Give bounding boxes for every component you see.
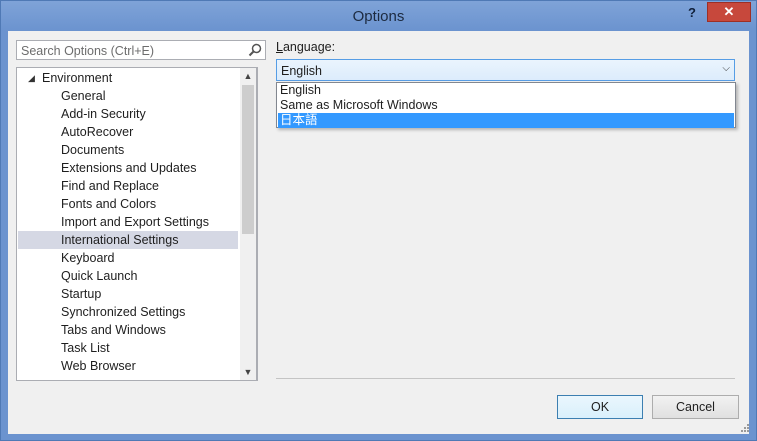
tree-item[interactable]: Fonts and Colors [18, 195, 238, 213]
tree-item-label: Add-in Security [61, 107, 146, 121]
resize-grip-icon[interactable] [739, 422, 749, 432]
dialog-content: ◢ Environment General Add-in Security AutoRe… [8, 31, 749, 434]
tree-scrollbar[interactable]: ▲ ▼ [240, 67, 257, 381]
tree-item[interactable]: Tabs and Windows [18, 321, 238, 339]
expand-triangle-icon[interactable]: ◢ [28, 69, 35, 87]
search-box[interactable] [16, 40, 266, 60]
tree-item[interactable]: ◢ Environment [18, 69, 238, 87]
tree-item-label: AutoRecover [61, 125, 134, 139]
language-option-japanese[interactable]: 日本語 [278, 113, 734, 128]
options-tree[interactable]: ◢ Environment General Add-in Security AutoRe… [16, 67, 258, 381]
close-icon: ✕ [723, 4, 735, 19]
tree-item-label: Quick Launch [61, 269, 138, 283]
tree-item-label: Startup [61, 287, 102, 301]
language-option-english[interactable]: English [278, 83, 734, 98]
tree-item[interactable]: Synchronized Settings [18, 303, 238, 321]
tree-item-label: Fonts and Colors [61, 197, 157, 211]
tree-item-label: Keyboard [61, 251, 115, 265]
language-label: Language: [276, 40, 335, 54]
tree-item[interactable]: General [18, 87, 238, 105]
language-label-accelerator: L [276, 40, 283, 54]
tree-item[interactable]: Task List [18, 339, 238, 357]
scroll-thumb[interactable] [242, 85, 254, 234]
ok-button[interactable]: OK [557, 395, 643, 419]
tree-item-label: General [61, 89, 106, 103]
tree-item-label: Find and Replace [61, 179, 159, 193]
tree-item-label: Task List [61, 341, 110, 355]
chevron-down-icon[interactable]: ⌵ [722, 63, 730, 74]
tree-item-label: Import and Export Settings [61, 215, 209, 229]
search-input[interactable] [21, 43, 236, 58]
language-label-text: anguage: [282, 40, 336, 54]
language-selected-value: English [281, 64, 322, 78]
tree-item-label: Documents [61, 143, 125, 157]
tree-item[interactable]: Keyboard [18, 249, 238, 267]
language-dropdown-list[interactable]: English Same as Microsoft Windows 日本語 [276, 82, 736, 128]
scroll-up-arrow-icon[interactable]: ▲ [240, 68, 256, 84]
tree-item-label: International Settings [61, 233, 179, 247]
title-bar[interactable]: Options ? ✕ [1, 1, 756, 32]
tree-item[interactable]: Extensions and Updates [18, 159, 238, 177]
tree-item[interactable]: Documents [18, 141, 238, 159]
help-button[interactable]: ? [681, 3, 703, 23]
language-option-same-as-windows[interactable]: Same as Microsoft Windows [278, 98, 734, 113]
tree-item[interactable]: AutoRecover [18, 123, 238, 141]
tree-item[interactable]: Web Browser [18, 357, 238, 375]
tree-item-label: Environment [42, 71, 113, 85]
footer-separator [276, 378, 735, 379]
options-dialog: Options ? ✕ ◢ Environment General Add-in Se… [0, 0, 757, 441]
tree-item[interactable]: International Settings [18, 231, 238, 249]
scroll-down-arrow-icon[interactable]: ▼ [240, 364, 256, 380]
tree-item[interactable]: Quick Launch [18, 267, 238, 285]
tree-item[interactable]: Startup [18, 285, 238, 303]
tree-item[interactable]: Find and Replace [18, 177, 238, 195]
tree-item-label: Synchronized Settings [61, 305, 186, 319]
tree-item-label: Tabs and Windows [61, 323, 166, 337]
tree-item[interactable]: Add-in Security [18, 105, 238, 123]
close-button[interactable]: ✕ [707, 2, 751, 22]
search-icon[interactable] [248, 43, 262, 57]
tree-item[interactable]: Import and Export Settings [18, 213, 238, 231]
tree-item-label: Web Browser [61, 359, 136, 373]
language-combobox[interactable]: English ⌵ [276, 59, 735, 81]
tree-item-label: Extensions and Updates [61, 161, 197, 175]
cancel-button[interactable]: Cancel [652, 395, 739, 419]
dialog-title: Options [352, 8, 405, 25]
